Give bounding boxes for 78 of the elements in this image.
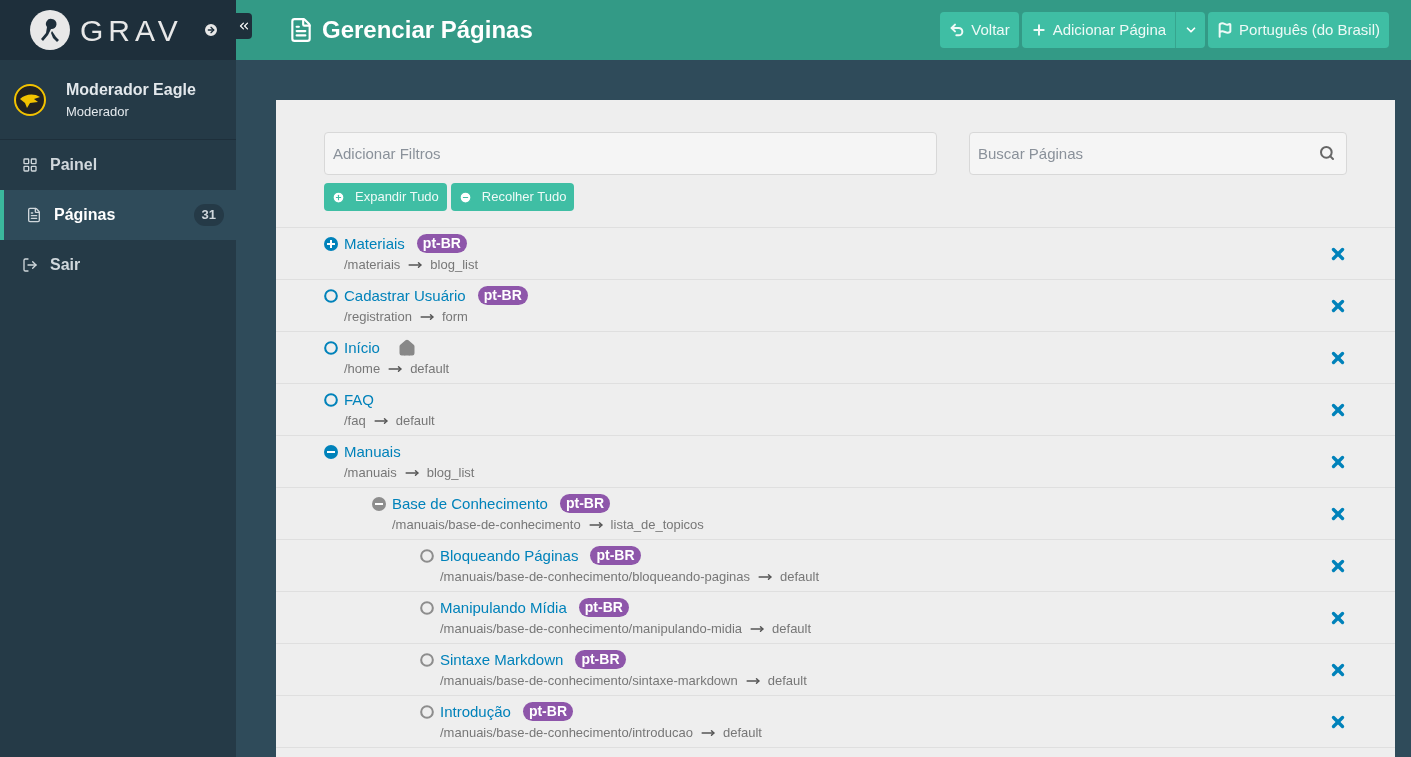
page-route: /manuais/base-de-conhecimento/introducao [440, 723, 693, 742]
brand-name: GRAV [80, 12, 183, 49]
user-name: Moderador Eagle [66, 79, 196, 100]
page-template: default [722, 723, 762, 742]
page-link[interactable]: Introdução [440, 700, 511, 723]
minus-circle-icon [458, 190, 472, 204]
grid-icon [22, 157, 38, 173]
document-icon [26, 207, 42, 223]
search-field[interactable]: Buscar Páginas [969, 132, 1347, 175]
collapse-toggle[interactable] [372, 496, 386, 511]
chevrons-left-icon [237, 19, 251, 33]
flag-icon [1217, 22, 1234, 38]
arrow-circle-icon[interactable] [202, 22, 219, 38]
page-link[interactable]: Sintaxe Markdown [440, 648, 564, 671]
page-route: /materiais [344, 255, 401, 274]
page-template: form [441, 307, 468, 326]
page-template: lista_de_topicos [610, 515, 704, 534]
document-icon [288, 17, 314, 43]
page-route: /manuais [344, 463, 397, 482]
page-link[interactable]: Bloqueando Páginas [440, 544, 579, 567]
page-link[interactable]: Cadastrar Usuário [344, 284, 466, 307]
sidebar-item[interactable]: Painel [0, 140, 236, 190]
circle-icon [420, 548, 434, 563]
page-template: default [395, 411, 435, 430]
expand-toggle[interactable] [324, 236, 338, 251]
circle-icon [324, 340, 338, 355]
user-role: Moderador [66, 102, 130, 121]
tree-action-button[interactable]: Recolher Tudo [450, 183, 575, 211]
header-button[interactable]: Português (do Brasil) [1208, 12, 1389, 48]
eagle-avatar-icon [14, 83, 46, 116]
circle-icon [420, 600, 434, 615]
header-button[interactable]: Adicionar Página [1021, 12, 1176, 48]
collapse-toggle[interactable] [324, 444, 338, 459]
language-badge: pt-BR [575, 650, 626, 670]
page-link[interactable]: Início [344, 336, 380, 359]
astronaut-logo-icon [30, 10, 70, 50]
collapse-sidebar-button[interactable] [236, 13, 252, 39]
tree-action-button[interactable]: Expandir Tudo [324, 183, 447, 211]
page-route: /manuais/base-de-conhecimento [392, 515, 581, 534]
circle-icon [324, 288, 338, 303]
language-badge: pt-BR [578, 598, 629, 618]
logout-icon [22, 257, 38, 273]
page-title: Gerenciar Páginas [322, 15, 534, 45]
page-template: default [772, 619, 812, 638]
page-route: /manuais/base-de-conhecimento/manipulando-midia [440, 619, 743, 638]
dropdown-button[interactable] [1175, 12, 1206, 48]
search-icon [1319, 145, 1335, 161]
page-template: default [780, 567, 820, 586]
page-template: blog_list [426, 463, 475, 482]
page-template: default [410, 359, 450, 378]
page-link[interactable]: Materiais [344, 232, 405, 255]
count-badge: 31 [193, 204, 224, 226]
page-route: /manuais/base-de-conhecimento/sintaxe-markdown [440, 671, 738, 690]
page-link[interactable]: Manipulando Mídia [440, 596, 567, 619]
page-template: default [767, 671, 807, 690]
page-link[interactable]: FAQ [344, 388, 374, 411]
language-badge: pt-BR [559, 494, 611, 514]
circle-icon [324, 392, 338, 407]
page-route: /manuais/base-de-conhecimento/bloqueando-paginas [440, 567, 751, 586]
sidebar-item[interactable]: Sair [0, 240, 236, 290]
language-badge: pt-BR [416, 234, 467, 254]
page-route: /faq [344, 411, 366, 430]
header-button[interactable]: Voltar [940, 12, 1019, 48]
page-link[interactable]: Manuais [344, 440, 401, 463]
page-template: blog_list [430, 255, 479, 274]
plus-icon [1030, 22, 1047, 38]
sidebar-item[interactable]: Páginas 31 [0, 190, 236, 240]
language-badge: pt-BR [522, 702, 573, 722]
language-badge: pt-BR [477, 286, 528, 306]
language-badge: pt-BR [590, 546, 641, 566]
circle-icon [420, 704, 434, 719]
back-icon [949, 22, 966, 38]
page-link[interactable]: Base de Conhecimento [392, 492, 548, 515]
filter-field[interactable]: Adicionar Filtros [324, 132, 937, 175]
circle-icon [420, 652, 434, 667]
plus-circle-icon [332, 190, 345, 204]
page-route: /registration [344, 307, 412, 326]
page-route: /home [344, 359, 381, 378]
